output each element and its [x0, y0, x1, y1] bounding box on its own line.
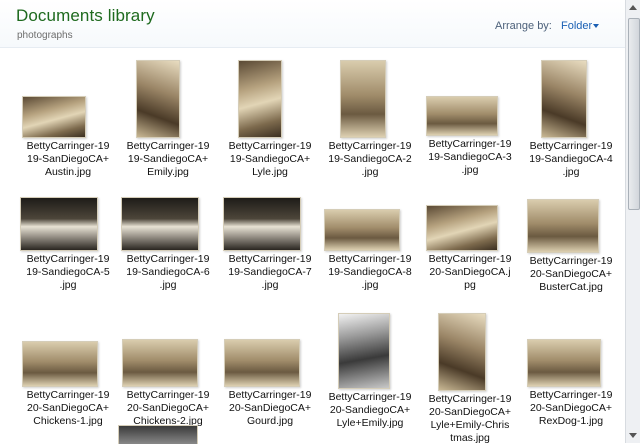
- library-header: Documents library photographs Arrange by…: [0, 0, 625, 48]
- file-item[interactable]: BettyCarringer-19 20-SanDiegoCA+ BusterC…: [521, 175, 621, 295]
- photo-thumbnail[interactable]: [438, 313, 486, 391]
- photo-thumbnail[interactable]: [324, 209, 400, 251]
- arrange-by-label: Arrange by:: [495, 20, 552, 32]
- file-item[interactable]: BettyCarringer-19 20-SanDiegoCA+ Chicken…: [18, 281, 118, 427]
- photo-thumbnail[interactable]: [22, 96, 86, 138]
- file-grid: BettyCarringer-19 19-SanDiegoCA+ Austin.…: [0, 48, 625, 444]
- file-name: BettyCarringer-19 19-SandiegoCA+ Lyle.jp…: [228, 140, 312, 178]
- file-item[interactable]: BettyCarringer-19 19-SandiegoCA+ Lyle.jp…: [220, 48, 320, 178]
- file-item[interactable]: BettyCarringer-19 19-SanDiegoCA+ Austin.…: [18, 48, 118, 178]
- photo-thumbnail[interactable]: [136, 60, 180, 138]
- photo-thumbnail[interactable]: [238, 60, 282, 138]
- file-item[interactable]: BettyCarringer-19 20-SanDiegoCA+ Chicken…: [118, 281, 218, 427]
- library-subtitle: photographs: [17, 30, 73, 41]
- photo-thumbnail[interactable]: [20, 197, 98, 251]
- file-item[interactable]: BettyCarringer-19 19-SandiegoCA-8 .jpg: [320, 175, 420, 295]
- file-name: BettyCarringer-19 20-SanDiegoCA+ Lyle+Em…: [428, 393, 512, 444]
- file-item[interactable]: BettyCarringer-19 20-SanDiegoCA+ Gourd.j…: [220, 281, 320, 427]
- file-name: BettyCarringer-19 19-SandiegoCA+ Emily.j…: [126, 140, 210, 178]
- scrollbar-thumb[interactable]: [628, 18, 640, 210]
- partial-thumbnail[interactable]: [118, 425, 198, 444]
- photo-thumbnail[interactable]: [338, 313, 390, 389]
- file-name: BettyCarringer-19 20-SanDiegoCA+ Chicken…: [26, 389, 110, 427]
- photo-thumbnail[interactable]: [121, 197, 199, 251]
- photo-thumbnail[interactable]: [224, 339, 300, 387]
- file-item[interactable]: BettyCarringer-19 19-SandiegoCA-5 .jpg: [18, 175, 118, 295]
- file-item[interactable]: BettyCarringer-19 20-SanDiegoCA+ RexDog-…: [521, 281, 621, 427]
- file-name: BettyCarringer-19 20-SandiegoCA+ Lyle+Em…: [328, 391, 412, 429]
- file-name: BettyCarringer-19 19-SanDiegoCA+ Austin.…: [26, 140, 110, 178]
- file-item[interactable]: BettyCarringer-19 19-SandiegoCA-3 .jpg: [420, 48, 520, 176]
- file-name: BettyCarringer-19 20-SanDiegoCA+ RexDog-…: [529, 389, 613, 427]
- photo-thumbnail[interactable]: [340, 60, 386, 138]
- file-name: BettyCarringer-19 19-SandiegoCA-2 .jpg: [328, 140, 412, 178]
- file-name: BettyCarringer-19 20-SanDiegoCA+ Chicken…: [126, 389, 210, 427]
- chevron-down-icon[interactable]: [593, 24, 599, 28]
- photo-thumbnail[interactable]: [527, 339, 601, 387]
- photo-thumbnail[interactable]: [122, 339, 198, 387]
- photo-thumbnail[interactable]: [426, 205, 498, 251]
- photo-thumbnail[interactable]: [541, 60, 587, 138]
- file-item[interactable]: BettyCarringer-19 20-SanDiegoCA.j pg: [420, 175, 520, 295]
- file-item[interactable]: BettyCarringer-19 19-SandiegoCA-6 .jpg: [118, 175, 218, 295]
- file-item[interactable]: BettyCarringer-19 19-SandiegoCA+ Emily.j…: [118, 48, 218, 178]
- photo-thumbnail[interactable]: [22, 341, 98, 387]
- scroll-up-icon[interactable]: [629, 5, 637, 10]
- file-item[interactable]: BettyCarringer-19 20-SandiegoCA+ Lyle+Em…: [320, 281, 420, 429]
- file-name: BettyCarringer-19 19-SandiegoCA-3 .jpg: [428, 138, 512, 176]
- vertical-scrollbar[interactable]: [625, 0, 640, 443]
- photo-thumbnail[interactable]: [223, 197, 301, 251]
- file-item[interactable]: BettyCarringer-19 19-SandiegoCA-4 .jpg: [521, 48, 621, 178]
- file-item[interactable]: BettyCarringer-19 19-SandiegoCA-2 .jpg: [320, 48, 420, 178]
- library-title: Documents library: [16, 6, 155, 25]
- scroll-down-icon[interactable]: [629, 433, 637, 438]
- photo-thumbnail[interactable]: [527, 199, 599, 253]
- file-name: BettyCarringer-19 19-SandiegoCA-4 .jpg: [529, 140, 613, 178]
- photo-thumbnail[interactable]: [426, 96, 498, 136]
- arrange-by-dropdown[interactable]: Folder: [561, 20, 592, 32]
- file-item[interactable]: BettyCarringer-19 19-SandiegoCA-7 .jpg: [220, 175, 320, 295]
- file-name: BettyCarringer-19 20-SanDiegoCA+ Gourd.j…: [228, 389, 312, 427]
- file-item[interactable]: BettyCarringer-19 20-SanDiegoCA+ Lyle+Em…: [420, 281, 520, 444]
